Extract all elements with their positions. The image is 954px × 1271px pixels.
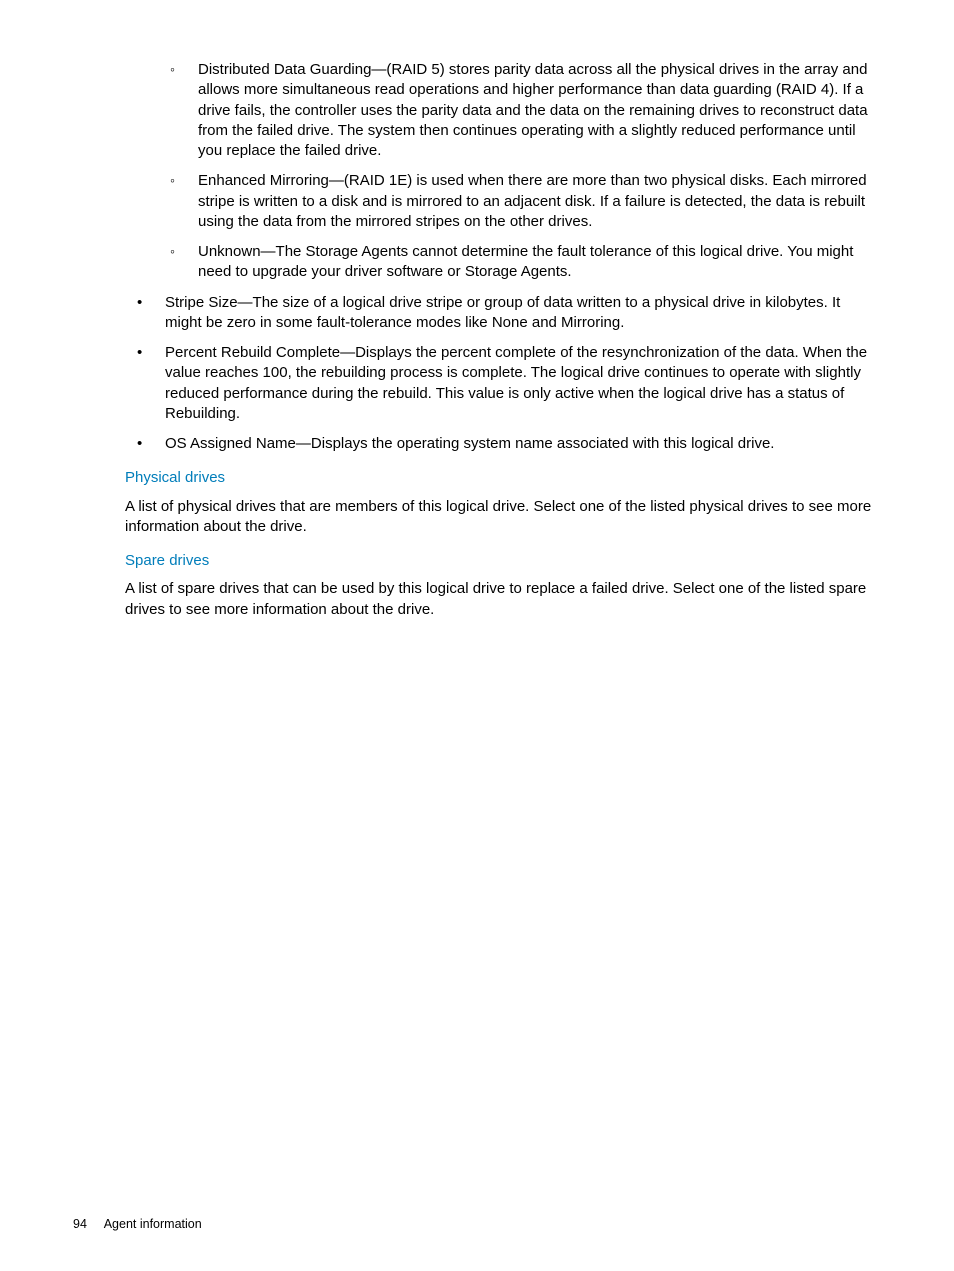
list-item-text: Enhanced Mirroring—(RAID 1E) is used whe… [198, 172, 867, 230]
footer-section-title: Agent information [104, 1217, 202, 1231]
page-footer: 94 Agent information [73, 1216, 202, 1233]
list-item-text: Distributed Data Guarding—(RAID 5) store… [198, 61, 868, 159]
heading-spare-drives: Spare drives [125, 551, 881, 571]
heading-physical-drives: Physical drives [125, 468, 881, 488]
page-number: 94 [73, 1217, 87, 1231]
sublist-item-raid1e: Enhanced Mirroring—(RAID 1E) is used whe… [170, 171, 881, 232]
sublist-item-unknown: Unknown—The Storage Agents cannot determ… [170, 242, 881, 283]
list-item-text: Stripe Size—The size of a logical drive … [165, 294, 840, 331]
main-bullet-list: Stripe Size—The size of a logical drive … [125, 293, 881, 455]
paragraph-spare-drives: A list of spare drives that can be used … [125, 579, 881, 620]
list-item-text: Percent Rebuild Complete—Displays the pe… [165, 344, 867, 422]
sublist-item-raid5: Distributed Data Guarding—(RAID 5) store… [170, 60, 881, 161]
list-item-text: Unknown—The Storage Agents cannot determ… [198, 243, 853, 280]
sub-bullet-list: Distributed Data Guarding—(RAID 5) store… [125, 60, 881, 283]
mainlist-item-percent-rebuild: Percent Rebuild Complete—Displays the pe… [137, 343, 881, 424]
list-item-text: OS Assigned Name—Displays the operating … [165, 435, 774, 452]
mainlist-item-stripe-size: Stripe Size—The size of a logical drive … [137, 293, 881, 334]
paragraph-physical-drives: A list of physical drives that are membe… [125, 497, 881, 538]
mainlist-item-os-assigned: OS Assigned Name—Displays the operating … [137, 434, 881, 454]
page-content: Distributed Data Guarding—(RAID 5) store… [125, 60, 881, 620]
